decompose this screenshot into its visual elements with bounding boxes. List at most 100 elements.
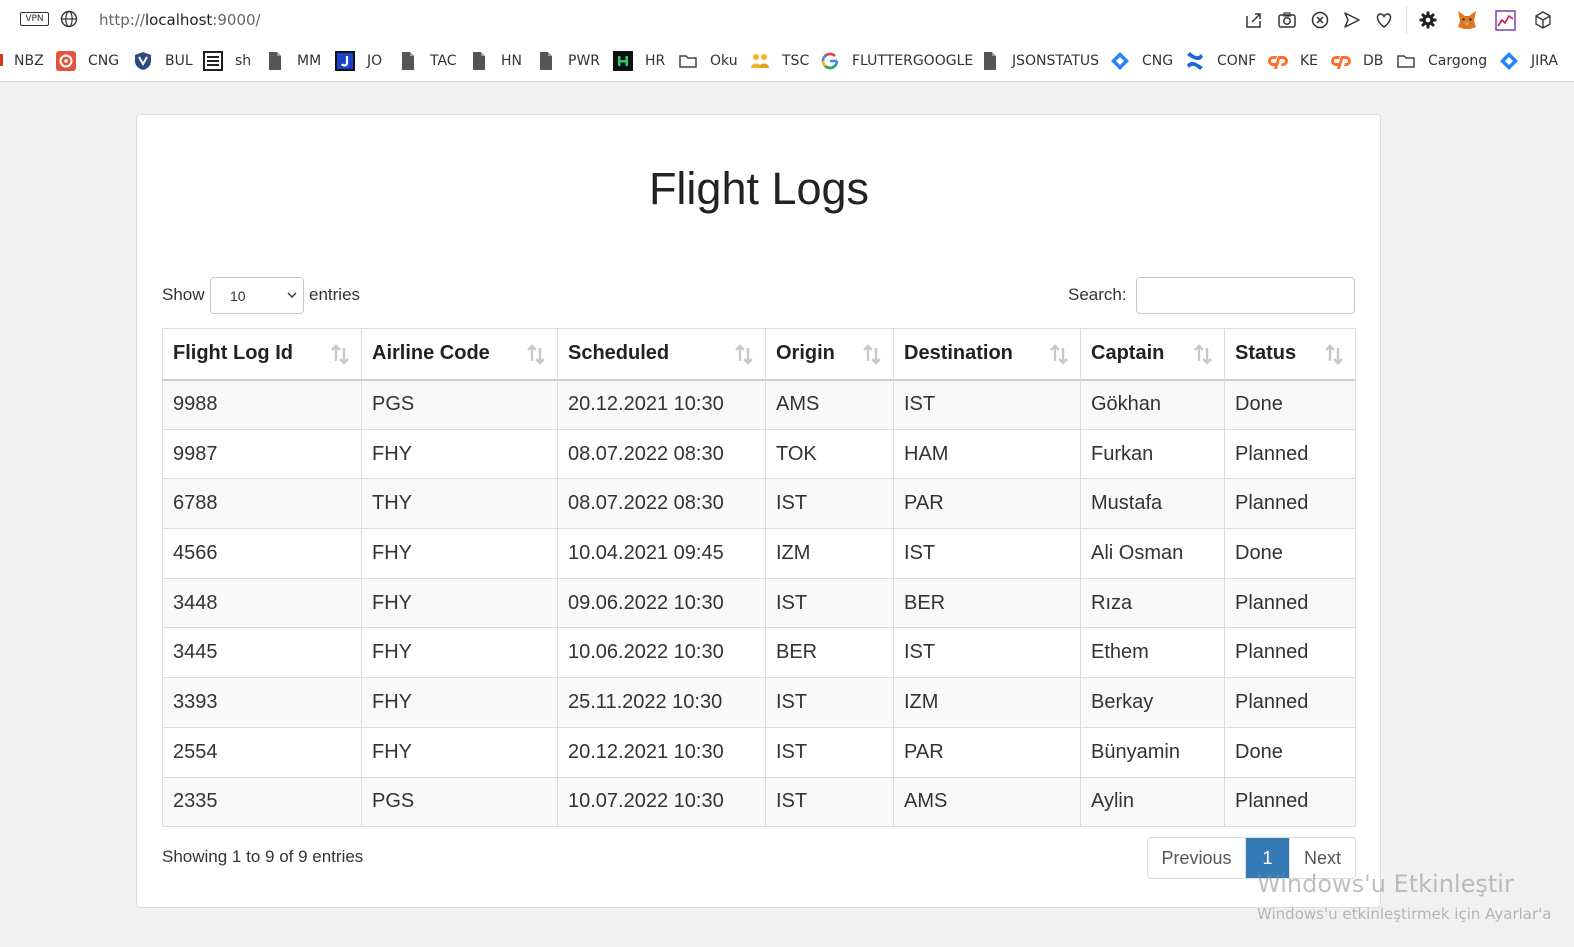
bookmark-label: FLUTTERGOOGLE	[852, 53, 974, 69]
list-icon	[203, 51, 223, 71]
cube-icon[interactable]	[1533, 10, 1553, 30]
column-header-destination[interactable]: Destination	[893, 328, 1081, 381]
cell-flight-log-id: 3393	[162, 677, 362, 728]
column-header-captain[interactable]: Captain	[1080, 328, 1225, 381]
table-row[interactable]: 9988 PGS 20.12.2021 10:30 AMS IST Gökhan Done	[162, 379, 1356, 430]
cell-captain: Ethem	[1080, 627, 1225, 679]
cell-flight-log-id: 2335	[162, 776, 362, 828]
cell-airline-code: FHY	[361, 577, 558, 629]
cell-status: Done	[1224, 726, 1356, 778]
page-length-select[interactable]: 10	[210, 277, 304, 314]
bookmark-label: TSC	[782, 53, 810, 69]
table-row[interactable]: 6788 THY 08.07.2022 08:30 IST PAR Mustafa Plan…	[162, 478, 1356, 530]
bookmark-conf[interactable]: CONF	[1185, 51, 1256, 71]
bookmark-jsonstatus[interactable]: JSONSTATUS	[980, 51, 1099, 71]
bookmark-cng[interactable]: CNG	[56, 51, 119, 71]
cell-status: Planned	[1224, 776, 1356, 828]
bookmark-db[interactable]: DB	[1331, 51, 1383, 71]
bookmark-sh[interactable]: sh	[203, 51, 251, 71]
column-header-flight-log-id[interactable]: Flight Log Id	[162, 328, 362, 381]
table-row[interactable]: 9987 FHY 08.07.2022 08:30 TOK HAM Furkan Plann…	[162, 428, 1356, 480]
bookmark-cng-2[interactable]: CNG	[1110, 51, 1173, 71]
bookmark-fluttergoogle[interactable]: FLUTTERGOOGLE	[820, 51, 973, 71]
table-row[interactable]: 3448 FHY 09.06.2022 10:30 IST BER Rıza Planned	[162, 577, 1356, 629]
cell-origin: IST	[765, 577, 894, 629]
table-row[interactable]: 3393 FHY 25.11.2022 10:30 IST IZM Berkay Plann…	[162, 677, 1356, 728]
cell-captain: Berkay	[1080, 677, 1225, 728]
column-header-scheduled[interactable]: Scheduled	[557, 328, 766, 381]
folder-icon	[1397, 55, 1415, 68]
column-header-status[interactable]: Status	[1224, 328, 1356, 381]
metamask-icon[interactable]	[1456, 9, 1478, 31]
search-input[interactable]	[1136, 277, 1355, 314]
bookmark-tsc[interactable]: TSC	[750, 51, 809, 71]
table-row[interactable]: 3445 FHY 10.06.2022 10:30 BER IST Ethem Planne…	[162, 627, 1356, 679]
bookmark-hr[interactable]: HR	[613, 51, 665, 71]
sort-icon	[331, 344, 349, 365]
cell-destination: BER	[893, 577, 1081, 629]
bookmark-jira[interactable]: JIRA	[1499, 51, 1558, 71]
google-icon	[821, 52, 839, 70]
cell-airline-code: PGS	[361, 379, 558, 430]
bookmark-label: DB	[1363, 53, 1384, 69]
table-row[interactable]: 4566 FHY 10.04.2021 09:45 IZM IST Ali Osman Do…	[162, 528, 1356, 579]
cell-airline-code: THY	[361, 478, 558, 530]
previous-button[interactable]: Previous	[1148, 838, 1246, 878]
url-host: localhost	[144, 11, 213, 29]
cell-origin: TOK	[765, 428, 894, 480]
share-icon[interactable]	[1244, 10, 1264, 30]
bookmark-pwr[interactable]: PWR	[536, 51, 600, 71]
column-header-label: Status	[1235, 342, 1297, 365]
url-port: :9000/	[212, 11, 261, 29]
page-icon	[402, 52, 414, 70]
cell-flight-log-id: 3448	[162, 577, 362, 629]
cell-status: Planned	[1224, 627, 1356, 679]
cell-scheduled: 08.07.2022 08:30	[557, 428, 766, 480]
bookmark-tac[interactable]: TAC	[398, 51, 457, 71]
diamond-icon	[1500, 52, 1518, 70]
bookmark-ke[interactable]: KE	[1268, 51, 1318, 71]
cell-destination: HAM	[893, 428, 1081, 480]
bookmark-label: Cargong	[1428, 53, 1488, 69]
cell-status: Planned	[1224, 577, 1356, 629]
bookmark-mm[interactable]: MM	[265, 51, 321, 71]
bookmark-hn[interactable]: HN	[469, 51, 522, 71]
block-icon[interactable]	[1310, 10, 1330, 30]
bookmark-label: HR	[645, 53, 666, 69]
bookmark-label: NBZ	[14, 53, 44, 69]
column-header-origin[interactable]: Origin	[765, 328, 894, 381]
toolbar-divider	[1406, 6, 1407, 34]
camera-icon[interactable]	[1277, 10, 1297, 30]
bookmark-label: Oku	[710, 53, 738, 69]
bookmark-bul[interactable]: BUL	[133, 51, 193, 71]
cell-captain: Ali Osman	[1080, 528, 1225, 579]
send-icon[interactable]	[1342, 10, 1362, 30]
cell-destination: IST	[893, 528, 1081, 579]
bookmark-nbz[interactable]: NBZ	[14, 51, 44, 71]
table-info: Showing 1 to 9 of 9 entries	[162, 847, 364, 866]
bookmark-label: MM	[297, 53, 322, 69]
cell-origin: IZM	[765, 528, 894, 579]
settings-icon[interactable]	[1418, 10, 1438, 30]
table-row[interactable]: 2554 FHY 20.12.2021 10:30 IST PAR Bünyamin Don…	[162, 726, 1356, 778]
cell-scheduled: 20.12.2021 10:30	[557, 379, 766, 430]
bookmark-label: sh	[235, 53, 252, 69]
bookmark-oku[interactable]: Oku	[678, 51, 738, 71]
column-header-airline-code[interactable]: Airline Code	[361, 328, 558, 381]
globe-icon	[60, 10, 78, 28]
cell-status: Done	[1224, 379, 1356, 430]
heart-icon[interactable]	[1374, 10, 1394, 30]
bookmark-cargong[interactable]: Cargong	[1396, 51, 1487, 71]
browser-address-bar: VPN http://localhost:9000/	[0, 0, 1574, 40]
vpn-badge[interactable]: VPN	[20, 12, 49, 26]
address-input[interactable]: http://localhost:9000/	[99, 11, 261, 29]
bookmark-label: CONF	[1217, 53, 1257, 69]
chart-icon[interactable]	[1495, 10, 1516, 31]
column-header-label: Flight Log Id	[173, 342, 293, 365]
bookmark-jo[interactable]: JO	[335, 51, 382, 71]
cell-flight-log-id: 9987	[162, 428, 362, 480]
cell-scheduled: 08.07.2022 08:30	[557, 478, 766, 530]
bookmark-label: JIRA	[1531, 53, 1558, 69]
table-row[interactable]: 2335 PGS 10.07.2022 10:30 IST AMS Aylin Planne…	[162, 776, 1356, 828]
cell-airline-code: FHY	[361, 726, 558, 778]
